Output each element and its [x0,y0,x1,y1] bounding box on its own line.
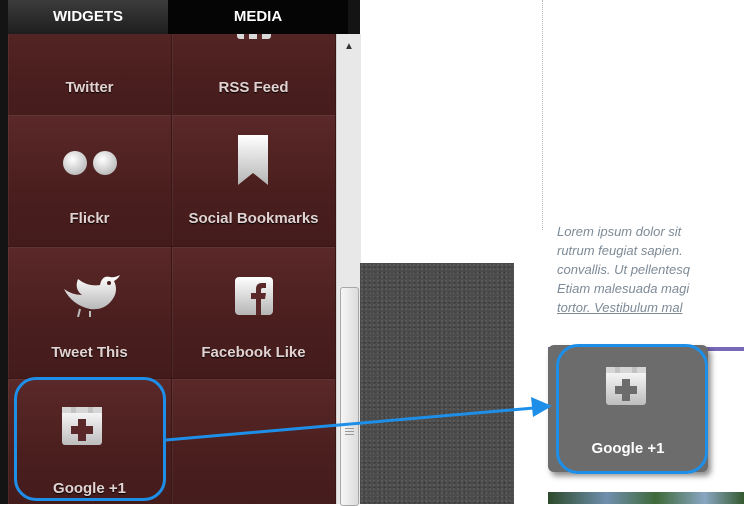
text-line: Etiam malesuada magi [557,281,690,296]
widget-facebook-like[interactable]: Facebook Like [172,247,336,379]
text-line: tortor. Vestibulum mal [557,300,683,315]
column-guide-line [542,0,543,230]
bird-icon [60,275,120,318]
dropped-widget-google-plus-one[interactable]: Google +1 [548,345,708,472]
facebook-icon [235,277,273,315]
dropped-widget-label: Google +1 [591,440,665,457]
panel-tabs: WIDGETS MEDIA [8,0,360,34]
widget-label: Facebook Like [201,344,306,361]
google-plus-one-icon [62,407,102,445]
lorem-text-block: Lorem ipsum dolor sit rutrum feugiat sap… [557,222,744,342]
widget-label: Social Bookmarks [188,210,319,227]
scroll-up-arrow-icon[interactable]: ▲ [337,38,361,56]
dark-texture-image [360,263,514,504]
flickr-icon [60,150,120,176]
text-line: convallis. Ut pellentesq [557,262,690,277]
twitter-icon [74,34,106,35]
text-line: Lorem ipsum dolor sit [557,224,682,239]
widget-label: Twitter [65,79,114,96]
widget-empty-slot [172,379,336,504]
widget-panel: WIDGETS MEDIA Twitter RSS Feed Flickr So… [0,0,361,506]
widget-label: Tweet This [51,344,128,361]
grip-icon [345,428,354,437]
google-plus-one-icon [606,367,646,405]
widget-tweet-this[interactable]: Tweet This [8,247,172,379]
tab-widgets[interactable]: WIDGETS [8,0,168,34]
widget-label: Flickr [69,210,110,227]
widget-social-bookmarks[interactable]: Social Bookmarks [172,115,336,247]
widget-google-plus-one[interactable]: Google +1 [8,379,172,504]
tab-media[interactable]: MEDIA [168,0,348,34]
bookmark-icon [238,135,268,185]
widget-label: Google +1 [53,480,126,497]
landscape-image [548,492,744,504]
widget-grid: Twitter RSS Feed Flickr Social Bookmarks… [8,34,336,504]
text-line: rutrum feugiat sapien. [557,243,683,258]
panel-scrollbar[interactable]: ▲ [336,34,361,506]
rss-feed-icon [235,34,273,39]
widget-flickr[interactable]: Flickr [8,115,172,247]
scroll-thumb[interactable] [340,287,359,506]
widget-label: RSS Feed [218,79,289,96]
